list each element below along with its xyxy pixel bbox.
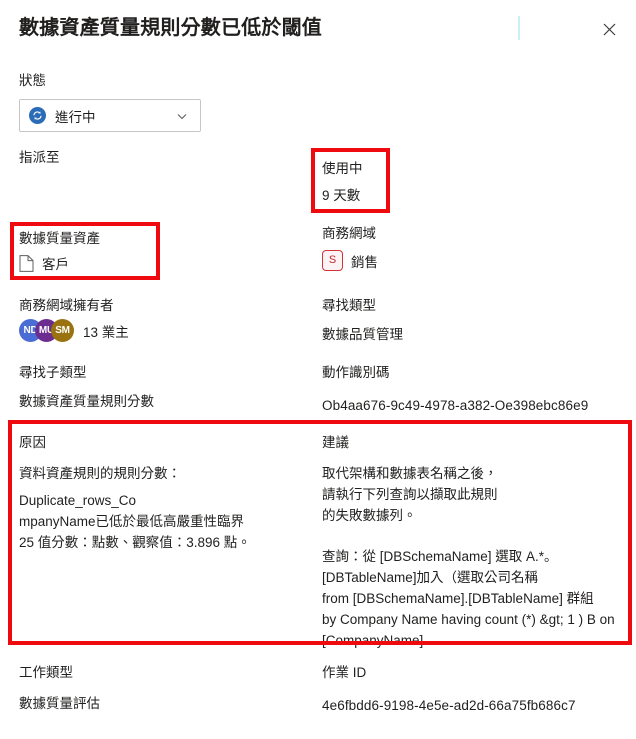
- in-use-value: 9 天數: [322, 188, 361, 203]
- status-value: 進行中: [55, 109, 96, 125]
- action-id-value: Ob4aa676-9c49-4978-a382-Oe398ebc86e9: [322, 398, 589, 413]
- panel-header: 數據資產質量規則分數已低於閾值: [0, 0, 636, 58]
- business-domain-owners-field: 商務網域擁有者: [19, 296, 114, 315]
- assigned-to-label: 指派至: [19, 150, 60, 165]
- finding-type-field: 尋找類型: [322, 296, 376, 315]
- details-panel: 數據資產質量規則分數已低於閾值 狀態 進行中 指派至 使用中 9 天數 數據質量…: [0, 0, 636, 739]
- status-label: 狀態: [19, 73, 46, 88]
- finding-type-value-wrap: 數據品質管理: [322, 325, 403, 344]
- action-id-label: 動作識別碼: [322, 365, 390, 380]
- avatar[interactable]: SM: [51, 319, 74, 342]
- in-use-value-wrap: 9 天數: [322, 186, 360, 205]
- data-quality-asset-value[interactable]: 客戶: [19, 253, 69, 273]
- job-id-field: 作業 ID: [322, 663, 366, 682]
- business-domain-owners-value[interactable]: ND MU SM 13 業主: [19, 319, 129, 342]
- reason-label: 原因: [19, 435, 46, 450]
- job-id-value: 4e6fbdd6-9198-4e5e-ad2d-66a75fb686c7: [322, 698, 576, 713]
- business-domain-name: 銷售: [351, 254, 378, 270]
- finding-type-value: 數據品質管理: [322, 327, 403, 342]
- data-quality-asset-field: 數據質量資產: [19, 229, 100, 248]
- data-quality-asset-label: 數據質量資產: [19, 231, 100, 246]
- status-dropdown[interactable]: 進行中: [19, 99, 201, 132]
- job-id-label: 作業 ID: [322, 665, 367, 680]
- business-domain-field: 商務網域: [322, 224, 376, 243]
- finding-subtype-label: 尋找子類型: [19, 365, 87, 380]
- job-id-value-wrap: 4e6fbdd6-9198-4e5e-ad2d-66a75fb686c7: [322, 696, 576, 715]
- data-quality-asset-name: 客戶: [42, 257, 69, 272]
- status-label-wrap: 狀態: [19, 71, 46, 90]
- page-title: 數據資產質量規則分數已低於閾值: [19, 17, 322, 39]
- in-progress-sync-icon: [29, 107, 46, 124]
- recommendation-intro: 取代架構和數據表名稱之後， 請執行下列查詢以擷取此規則 的失敗數據列。: [322, 466, 498, 523]
- recommendation-label: 建議: [322, 435, 349, 450]
- finding-subtype-value: 數據資產質量規則分數: [19, 394, 154, 409]
- action-id-value-wrap: Ob4aa676-9c49-4978-a382-Oe398ebc86e9: [322, 396, 588, 415]
- text-caret: [518, 16, 520, 40]
- finding-subtype-value-wrap: 數據資產質量規則分數: [19, 392, 154, 411]
- finding-type-label: 尋找類型: [322, 298, 376, 313]
- business-domain-owners-label: 商務網域擁有者: [19, 298, 114, 313]
- recommendation-body: 取代架構和數據表名稱之後， 請執行下列查詢以擷取此規則 的失敗數據列。 查詢：從…: [322, 463, 622, 651]
- avatar-group[interactable]: ND MU SM: [19, 319, 74, 342]
- business-domain-value[interactable]: S 銷售: [322, 250, 378, 271]
- close-button[interactable]: [594, 14, 624, 44]
- work-type-label: 工作類型: [19, 665, 73, 680]
- reason-body: 資料資產規則的規則分數： Duplicate_rows_Co mpanyName…: [19, 463, 294, 553]
- finding-subtype-field: 尋找子類型: [19, 363, 87, 382]
- domain-badge-icon: S: [322, 250, 343, 271]
- reason-heading: 資料資產規則的規則分數：: [19, 466, 181, 481]
- owners-count: 13 業主: [83, 324, 129, 340]
- chevron-down-icon: [175, 109, 189, 123]
- in-use-field: 使用中: [322, 159, 363, 178]
- action-id-field: 動作識別碼: [322, 363, 390, 382]
- in-use-label: 使用中: [322, 161, 363, 176]
- assigned-to-field: 指派至: [19, 148, 60, 167]
- document-icon: [19, 254, 34, 272]
- reason-detail: Duplicate_rows_Co mpanyName已低於最低高嚴重性臨界 2…: [19, 493, 251, 550]
- recommendation-query: 查詢：從 [DBSchemaName] 選取 A.*。 [DBTableName…: [322, 549, 615, 648]
- work-type-field: 工作類型: [19, 663, 73, 682]
- close-icon: [603, 23, 616, 36]
- work-type-value: 數據質量評估: [19, 696, 100, 711]
- work-type-value-wrap: 數據質量評估: [19, 694, 100, 713]
- business-domain-label: 商務網域: [322, 226, 376, 241]
